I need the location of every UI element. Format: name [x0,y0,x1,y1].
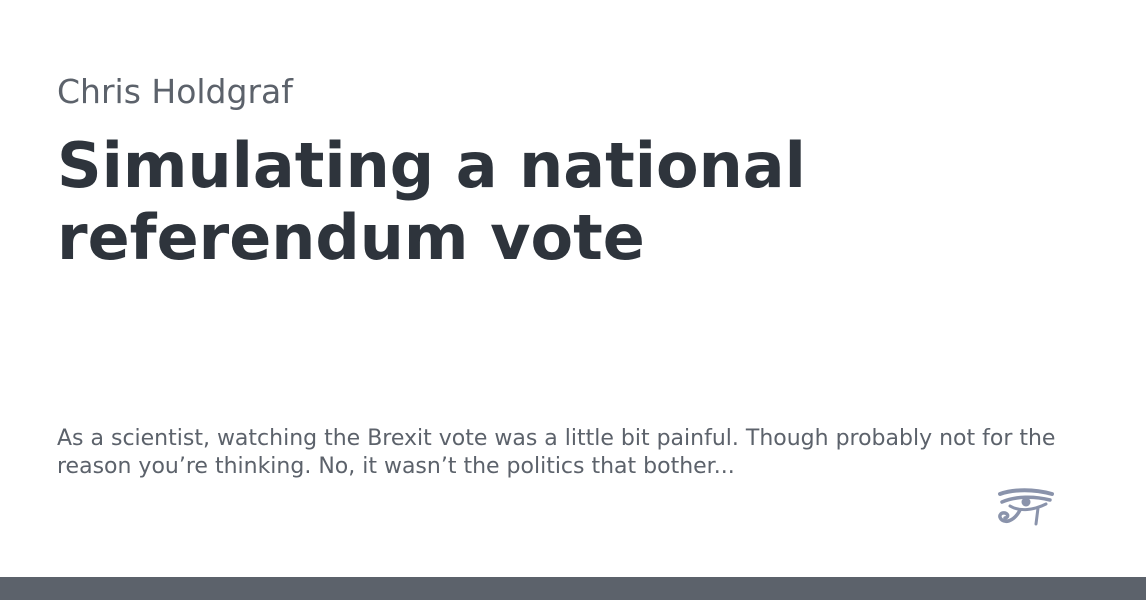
bottom-bar [0,577,1146,600]
eye-of-horus-icon [996,488,1056,532]
page-title: Simulating a national referendum vote [57,129,806,274]
social-card: Chris Holdgraf Simulating a national ref… [0,0,1146,600]
post-description: As a scientist, watching the Brexit vote… [57,426,1056,479]
author-name: Chris Holdgraf [57,72,293,111]
